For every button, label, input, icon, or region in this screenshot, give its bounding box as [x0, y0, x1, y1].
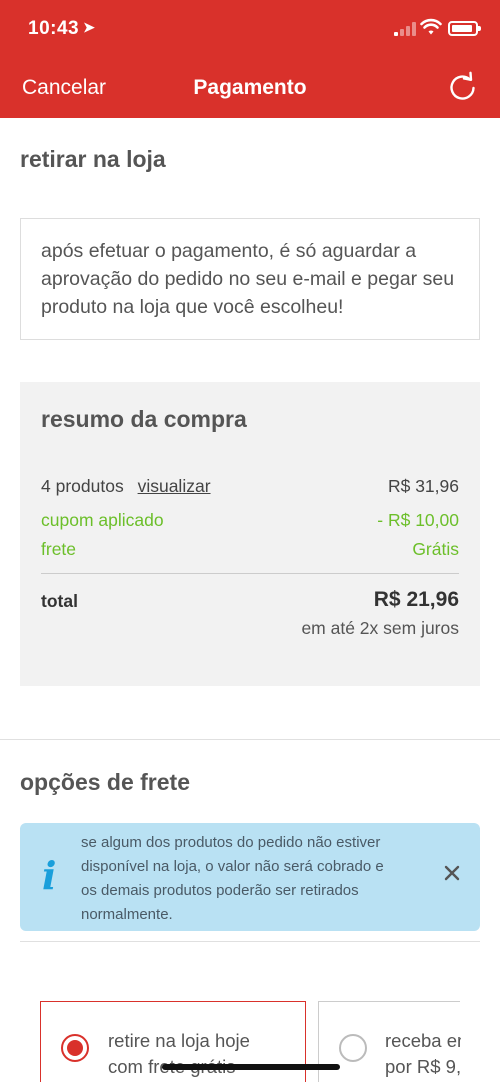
radio-unselected-icon[interactable]	[339, 1034, 367, 1062]
option-delivery-line1: receba em	[385, 1030, 461, 1051]
section-divider	[0, 739, 500, 740]
total-value: R$ 21,96	[373, 588, 459, 611]
location-arrow-icon: ➤	[83, 19, 96, 35]
products-label: 4 produtos	[41, 476, 124, 496]
purchase-summary: resumo da compra 4 produtos visualizar R…	[20, 382, 480, 686]
total-row: total R$ 21,96	[41, 588, 459, 612]
view-products-link[interactable]: visualizar	[138, 476, 211, 496]
status-time: 10:43 ➤	[28, 18, 95, 40]
radio-selected-icon[interactable]	[61, 1034, 89, 1062]
option-delivery-line2: por R$ 9,	[385, 1056, 461, 1077]
signal-icon	[394, 22, 416, 36]
shipping-option-delivery[interactable]: receba em por R$ 9,	[318, 1001, 461, 1082]
summary-divider	[41, 573, 459, 574]
close-icon[interactable]	[440, 861, 464, 885]
page-title: Pagamento	[193, 76, 307, 99]
pickup-info-box: após efetuar o pagamento, é só aguardar …	[20, 218, 480, 340]
coupon-value: - R$ 10,00	[377, 510, 459, 530]
alert-text: se algum dos produtos do pedido não esti…	[81, 834, 384, 923]
total-label: total	[41, 591, 78, 611]
pickup-info-text: após efetuar o pagamento, é só aguardar …	[41, 240, 455, 318]
option-pickup-text: retire na loja hoje com frete grátis	[108, 1028, 298, 1080]
battery-icon	[448, 21, 481, 36]
app-header: 10:43 ➤ Cancelar Pagamento	[0, 0, 500, 118]
coupon-label: cupom aplicado	[41, 510, 164, 530]
products-value: R$ 31,96	[387, 476, 459, 496]
installments-text: em até 2x sem juros	[301, 618, 459, 638]
home-indicator	[162, 1064, 340, 1070]
shipping-options-title: opções de frete	[20, 769, 190, 795]
alert-divider	[20, 941, 480, 942]
shipping-value: Grátis	[412, 539, 459, 559]
status-time-text: 10:43	[28, 18, 80, 39]
pickup-title: retirar na loja	[20, 146, 166, 172]
shipping-label: frete	[41, 539, 77, 559]
products-row: 4 produtos visualizar R$ 31,96	[41, 476, 459, 497]
wifi-icon	[420, 18, 442, 35]
shipping-alert: i se algum dos produtos do pedido não es…	[20, 823, 480, 931]
option-pickup-line1: retire na loja hoje	[108, 1030, 250, 1051]
coupon-row: cupom aplicado - R$ 10,00	[41, 510, 459, 531]
info-icon: i	[42, 853, 57, 898]
shipping-row: frete Grátis	[41, 539, 459, 560]
refresh-icon[interactable]	[448, 70, 478, 102]
option-delivery-text: receba em por R$ 9,	[385, 1028, 461, 1080]
summary-title: resumo da compra	[41, 406, 247, 432]
